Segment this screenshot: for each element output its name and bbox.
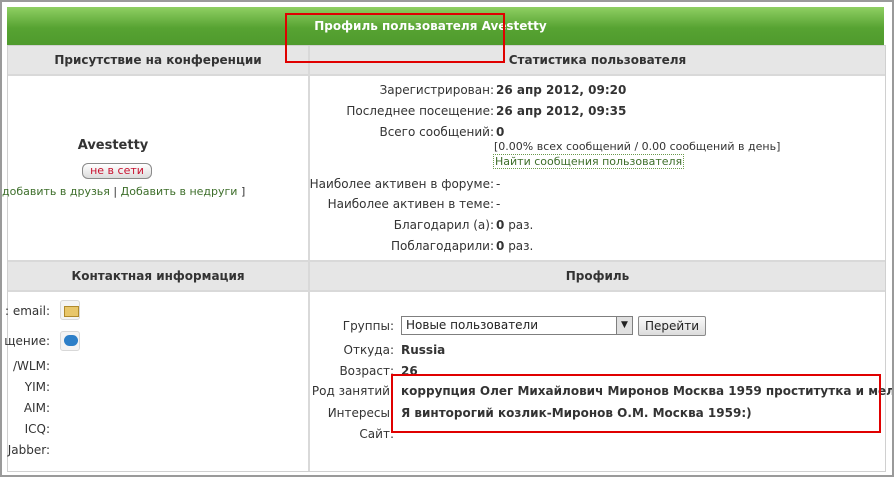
status-badge[interactable]: не в сети	[82, 163, 152, 179]
occupation-label: Род занятий:	[311, 384, 394, 398]
find-posts-link[interactable]: Найти сообщения пользователя	[493, 154, 685, 169]
thanked-unit: раз.	[508, 218, 534, 232]
active-topic-label: Наиболее активен в теме:	[327, 197, 494, 211]
contact-cell: : email: щение: /WLM: YIM: AIM: ICQ: Jab…	[4, 292, 308, 471]
add-foe-link[interactable]: Добавить в недруги	[121, 185, 238, 198]
contact-icq-label: ICQ:	[24, 422, 50, 436]
contact-heading: Контактная информация	[8, 262, 308, 290]
thanked-label: Благодарил (а):	[393, 218, 494, 232]
profile-window: Профиль пользователя Avestetty Присутств…	[0, 0, 894, 477]
contact-email-label: : email:	[5, 304, 50, 318]
groups-select[interactable]: Новые пользователи ▼	[401, 316, 633, 335]
active-forum-label: Наиболее активен в форуме:	[309, 177, 494, 191]
contact-yim-label: YIM:	[24, 380, 50, 394]
total-posts-label: Всего сообщений:	[379, 125, 494, 139]
go-button[interactable]: Перейти	[638, 316, 706, 336]
last-visit-value: 26 апр 2012, 09:35	[496, 104, 627, 118]
registered-label: Зарегистрирован:	[379, 83, 494, 97]
thanked-value: 0	[496, 218, 505, 232]
from-value: Russia	[401, 343, 446, 357]
was-thanked-label: Поблагодарили:	[390, 239, 494, 253]
interests-label: Интересы:	[327, 406, 394, 420]
chevron-down-icon[interactable]: ▼	[616, 317, 632, 334]
profile-heading: Профиль	[310, 262, 885, 290]
contact-wlm-label: /WLM:	[13, 359, 50, 373]
speech-bubble-icon[interactable]	[60, 331, 80, 351]
contact-message-label: щение:	[4, 334, 50, 348]
was-thanked-unit: раз.	[508, 239, 534, 253]
total-posts-value: 0	[496, 125, 505, 139]
bracket-close: ]	[240, 185, 246, 198]
contact-aim-label: AIM:	[23, 401, 50, 415]
stats-cell: Зарегистрирован: 26 апр 2012, 09:20 Посл…	[310, 76, 885, 260]
friend-links: добавить в друзья | Добавить в недруги ]	[2, 185, 245, 198]
link-separator: |	[113, 185, 118, 198]
username: Avestetty	[77, 138, 149, 153]
presence-heading: Присутствие на конференции	[8, 46, 308, 74]
groups-label: Группы:	[342, 319, 394, 333]
add-friend-link[interactable]: добавить в друзья	[2, 185, 110, 198]
active-topic-value: -	[496, 197, 501, 211]
registered-value: 26 апр 2012, 09:20	[496, 83, 627, 97]
active-forum-value: -	[496, 177, 501, 191]
from-label: Откуда:	[343, 343, 394, 357]
presence-cell: Avestetty не в сети добавить в друзья | …	[2, 76, 308, 260]
groups-selected-value: Новые пользователи	[406, 318, 539, 332]
posts-percent: [0.00% всех сообщений / 0.00 сообщений в…	[494, 140, 781, 153]
title-highlight-box	[285, 13, 505, 63]
age-label: Возраст:	[339, 364, 394, 378]
thanked-value-row: 0 раз.	[496, 218, 533, 232]
envelope-icon[interactable]	[60, 300, 80, 320]
was-thanked-value: 0	[496, 239, 505, 253]
contact-jabber-label: Jabber:	[7, 443, 50, 457]
profile-highlight-box	[391, 374, 881, 433]
last-visit-label: Последнее посещение:	[346, 104, 494, 118]
website-label: Сайт:	[359, 427, 394, 441]
was-thanked-value-row: 0 раз.	[496, 239, 533, 253]
